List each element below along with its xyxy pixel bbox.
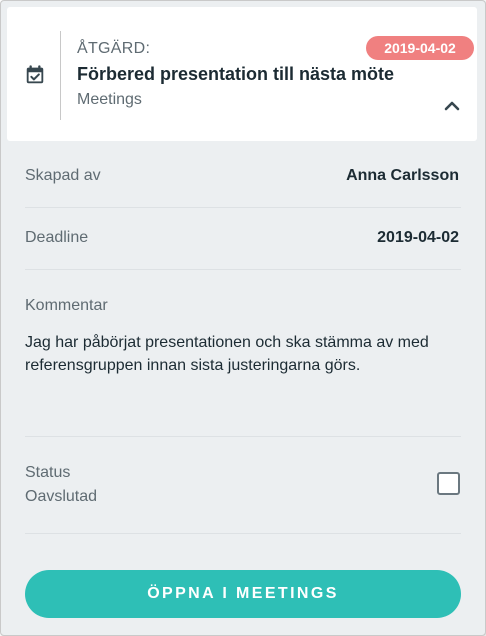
action-source: Meetings	[77, 91, 142, 108]
comment-label: Kommentar	[25, 297, 108, 314]
header-divider	[60, 31, 61, 120]
card-header: ÅTGÄRD: Förbered presentation till nästa…	[7, 7, 477, 141]
divider	[25, 269, 461, 270]
divider	[25, 207, 461, 208]
deadline-value: 2019-04-02	[377, 229, 459, 246]
deadline-label: Deadline	[25, 229, 89, 246]
action-title: Förbered presentation till nästa möte	[77, 64, 395, 84]
date-badge: 2019-04-02	[366, 36, 474, 60]
divider	[25, 436, 461, 437]
action-card: ÅTGÄRD: Förbered presentation till nästa…	[0, 0, 486, 636]
calendar-check-icon	[26, 65, 44, 84]
open-in-meetings-button[interactable]: ÖPPNA I MEETINGS	[25, 570, 461, 618]
status-checkbox[interactable]	[437, 472, 460, 495]
status-value: Oavslutad	[25, 488, 98, 505]
chevron-up-icon[interactable]	[444, 99, 460, 111]
created-by-value: Anna Carlsson	[346, 167, 459, 184]
created-by-label: Skapad av	[25, 167, 101, 184]
status-label: Status	[25, 464, 71, 481]
comment-text: Jag har påbörjat presentationen och ska …	[25, 334, 429, 374]
action-label: ÅTGÄRD:	[77, 40, 151, 57]
divider	[25, 533, 461, 534]
